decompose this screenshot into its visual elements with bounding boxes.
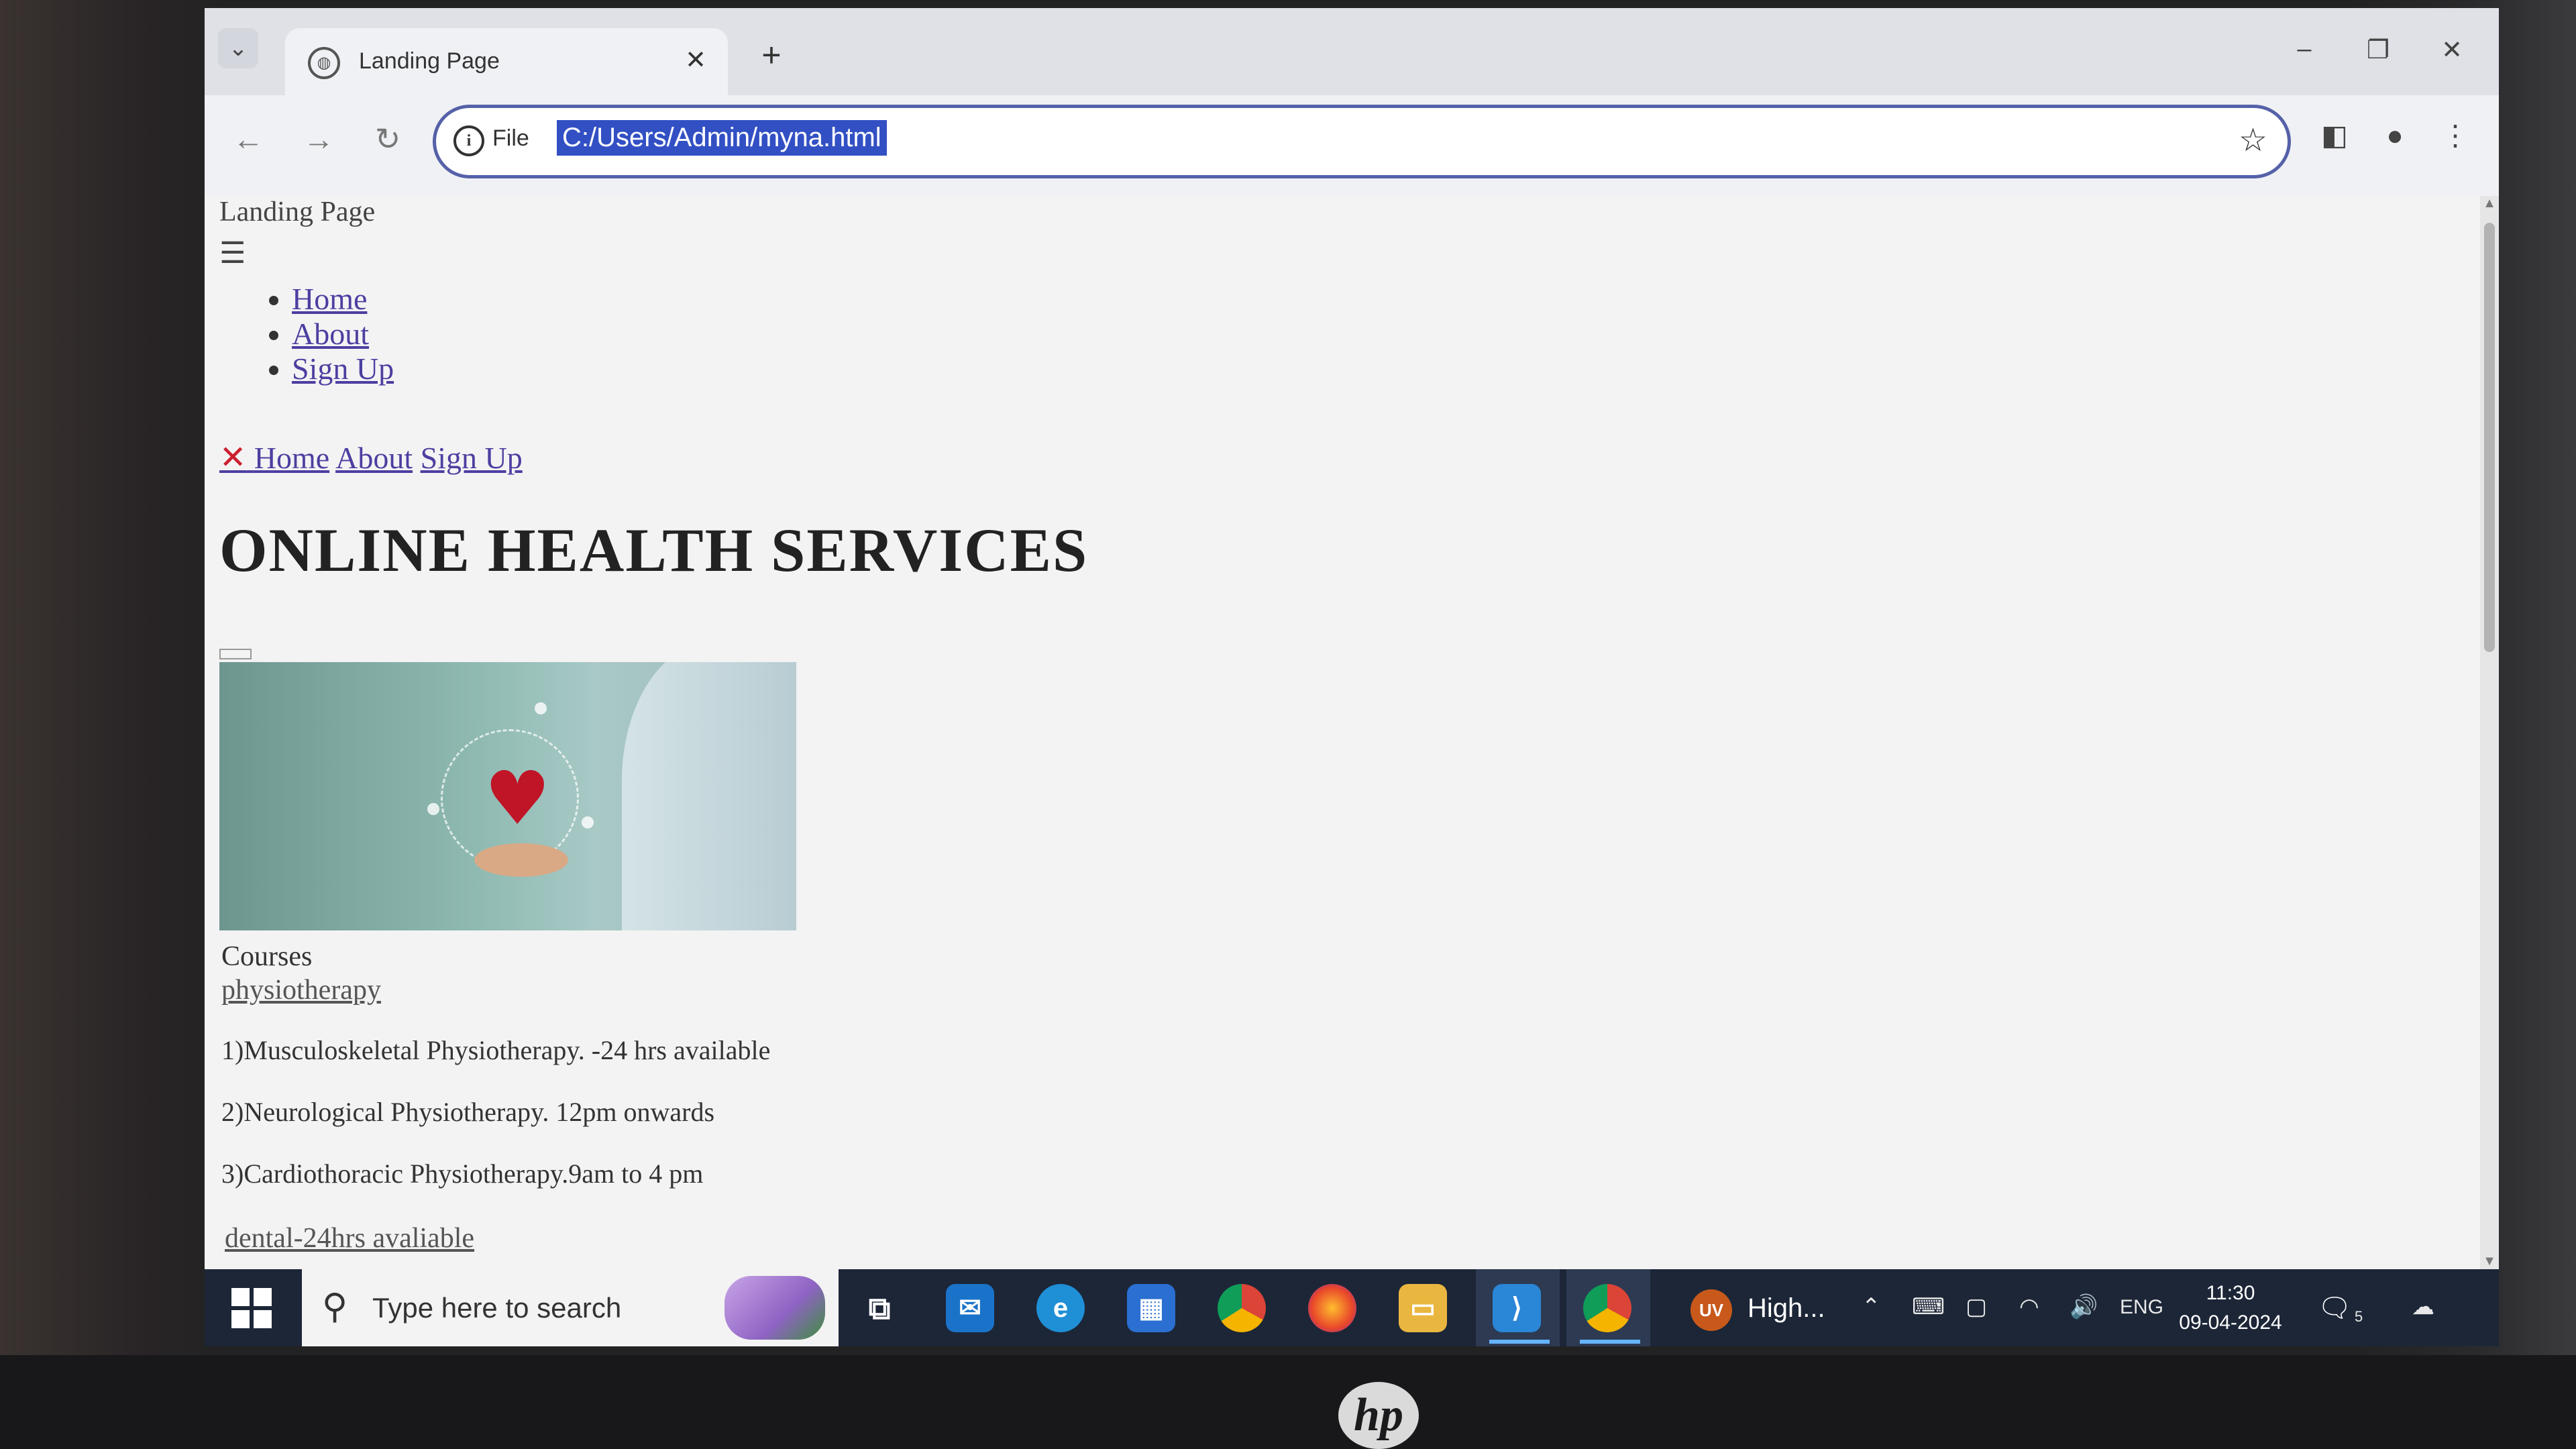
- scroll-up-icon[interactable]: ▲: [2480, 196, 2499, 211]
- menu-kebab-icon[interactable]: ⋮: [2435, 115, 2475, 156]
- chrome-active-icon[interactable]: [1583, 1284, 1631, 1332]
- search-placeholder: Type here to search: [372, 1292, 622, 1324]
- new-tab-icon[interactable]: +: [751, 35, 792, 75]
- tab-landing-page[interactable]: ◍ Landing Page ✕: [285, 28, 728, 95]
- device-icon[interactable]: ▢: [1966, 1293, 1987, 1320]
- url-text[interactable]: C:/Users/Admin/myna.html: [557, 120, 887, 156]
- menu-link-home[interactable]: Home: [292, 282, 367, 316]
- mail-icon[interactable]: ✉: [946, 1284, 994, 1332]
- windows-start-icon[interactable]: [231, 1288, 272, 1328]
- reload-icon[interactable]: ↻: [364, 115, 411, 162]
- top-nav: ✕ Home About Sign Up: [219, 439, 523, 476]
- info-icon[interactable]: i: [453, 125, 484, 156]
- volume-icon[interactable]: 🔊: [2070, 1293, 2098, 1320]
- vscode-icon[interactable]: ⟩: [1493, 1284, 1541, 1332]
- wifi-icon[interactable]: ◠: [2019, 1293, 2039, 1320]
- close-tab-icon[interactable]: ✕: [678, 43, 713, 78]
- store-icon[interactable]: ▦: [1127, 1284, 1175, 1332]
- scrollbar-thumb[interactable]: [2484, 223, 2495, 652]
- courses-label: Courses: [221, 941, 313, 972]
- tab-title: Landing Page: [359, 48, 500, 74]
- course-item: 3)Cardiothoracic Physiotherapy.9am to 4 …: [221, 1159, 704, 1189]
- hamburger-icon[interactable]: ☰: [219, 236, 246, 270]
- clock-date: 09-04-2024: [2179, 1311, 2282, 1334]
- list-item: About: [292, 317, 394, 352]
- dental-link-wrapper: dental-24hrs avaliable: [225, 1222, 474, 1254]
- file-explorer-icon[interactable]: ▭: [1399, 1284, 1447, 1332]
- browser-toolbar: ← → ↻ i File C:/Users/Admin/myna.html ☆ …: [205, 95, 2499, 196]
- course-item: 1)Musculoskeletal Physiotherapy. -24 hrs…: [221, 1035, 771, 1065]
- page-scrollbar[interactable]: ▲ ▼: [2480, 196, 2499, 1269]
- physiotherapy-link[interactable]: physiotherapy: [221, 975, 381, 1006]
- close-window-icon[interactable]: ✕: [2432, 35, 2472, 65]
- notification-count: 5: [2355, 1308, 2363, 1325]
- nav-home-label: Home: [254, 441, 330, 475]
- clock-time: 11:30: [2206, 1282, 2255, 1304]
- weather-icon[interactable]: ☁: [2412, 1293, 2434, 1320]
- active-indicator: [1580, 1340, 1640, 1344]
- bookmark-star-icon[interactable]: ☆: [2239, 121, 2267, 159]
- notification-icon[interactable]: 🗨: [2314, 1288, 2355, 1328]
- firefox-icon[interactable]: [1308, 1284, 1356, 1332]
- page-title: ONLINE HEALTH SERVICES: [219, 516, 1089, 584]
- profile-icon[interactable]: ●: [2375, 115, 2415, 156]
- restore-icon[interactable]: ❐: [2358, 35, 2398, 65]
- globe-icon: ◍: [308, 47, 340, 79]
- list-item: Sign Up: [292, 352, 394, 386]
- medical-dot-icon: [535, 702, 547, 714]
- tab-bar: ⌄ ◍ Landing Page ✕ + – ❐ ✕: [205, 8, 2499, 95]
- nav-link-signup[interactable]: Sign Up: [421, 441, 523, 475]
- windows-taskbar: ⚲ Type here to search ⧉ ✉ e ▦ ▭ ⟩ UV Hig…: [205, 1269, 2499, 1346]
- side-panel-icon[interactable]: ◧: [2314, 115, 2355, 156]
- chrome-icon[interactable]: [1218, 1284, 1266, 1332]
- hand-shape: [474, 843, 568, 877]
- dropdown-menu-list: Home About Sign Up: [265, 282, 394, 386]
- task-view-icon[interactable]: ⧉: [855, 1284, 904, 1332]
- web-page: Landing Page ☰ Home About Sign Up ✕ Home…: [205, 196, 2499, 1269]
- hp-logo: hp: [1338, 1382, 1419, 1449]
- broken-image-placeholder: [219, 649, 252, 659]
- forward-icon[interactable]: →: [295, 115, 342, 162]
- screen: ⌄ ◍ Landing Page ✕ + – ❐ ✕ ← → ↻ i File …: [205, 8, 2499, 1346]
- edge-icon[interactable]: e: [1036, 1284, 1085, 1332]
- heart-icon: ♥: [484, 755, 551, 841]
- search-icon: ⚲: [322, 1287, 348, 1326]
- page-brand: Landing Page: [219, 197, 376, 227]
- scheme-label: File: [492, 125, 529, 151]
- user-app-label[interactable]: High...: [1748, 1293, 1825, 1324]
- back-icon[interactable]: ←: [225, 115, 272, 162]
- scroll-down-icon[interactable]: ▼: [2480, 1254, 2499, 1269]
- course-link-wrapper: physiotherapy: [221, 974, 381, 1006]
- address-bar[interactable]: i File C:/Users/Admin/myna.html ☆: [433, 105, 2291, 178]
- list-item: Home: [292, 282, 394, 317]
- tab-search-icon[interactable]: ⌄: [218, 28, 258, 68]
- language-indicator[interactable]: ENG: [2120, 1296, 2163, 1319]
- menu-link-signup[interactable]: Sign Up: [292, 352, 394, 386]
- medical-dot-icon: [582, 816, 594, 828]
- user-avatar[interactable]: UV: [1690, 1289, 1732, 1331]
- unicorn-search-highlight-icon: [724, 1276, 825, 1340]
- nav-link-home[interactable]: ✕ Home: [219, 439, 330, 476]
- laptop-bezel: [0, 1355, 2576, 1449]
- close-x-icon: ✕: [219, 439, 247, 476]
- chevron-up-icon[interactable]: ⌃: [1862, 1293, 1881, 1320]
- keyboard-icon[interactable]: ⌨: [1912, 1293, 1945, 1320]
- minimize-icon[interactable]: –: [2284, 35, 2324, 64]
- taskbar-search[interactable]: ⚲ Type here to search: [302, 1269, 839, 1346]
- active-indicator: [1489, 1340, 1550, 1344]
- medical-dot-icon: [427, 803, 439, 815]
- dental-link[interactable]: dental-24hrs avaliable: [225, 1223, 474, 1254]
- hero-image: ♥: [219, 662, 796, 930]
- course-item: 2)Neurological Physiotherapy. 12pm onwar…: [221, 1097, 715, 1127]
- menu-link-about[interactable]: About: [292, 317, 369, 351]
- doctor-coat-shape: [622, 662, 796, 930]
- nav-link-about[interactable]: About: [335, 441, 413, 475]
- clock[interactable]: 11:30 09-04-2024: [2174, 1279, 2288, 1338]
